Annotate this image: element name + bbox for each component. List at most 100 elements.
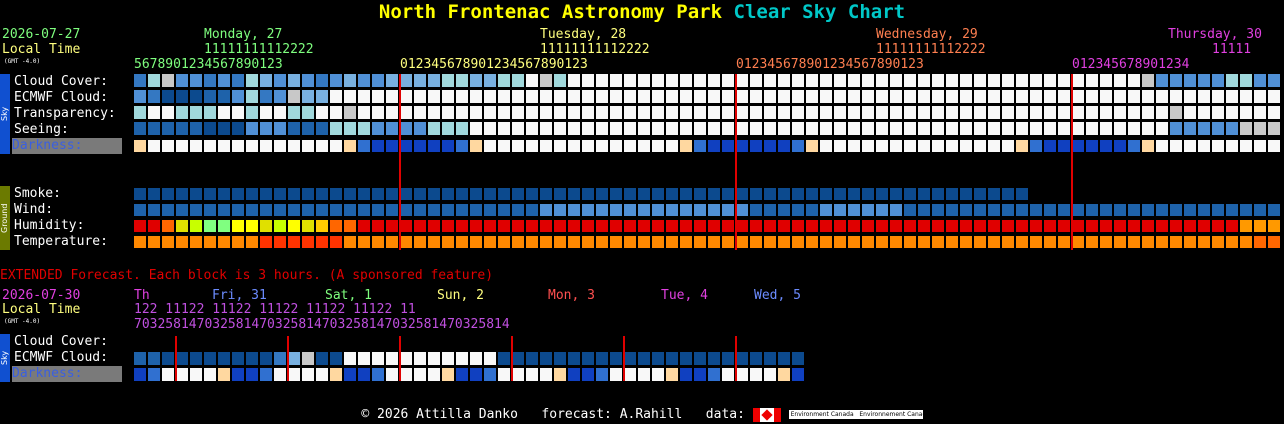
copyright[interactable]: © 2026 Attilla Danko — [361, 407, 518, 422]
temperature-block — [708, 236, 720, 248]
row-label-cloud-cover[interactable]: Cloud Cover: — [14, 74, 108, 90]
seeing-block — [806, 122, 818, 135]
row-label-darkness[interactable]: Darkness: — [12, 138, 122, 154]
ext-row-cloud-cover[interactable]: Cloud Cover: — [14, 334, 108, 350]
darkness-block — [918, 140, 930, 152]
wind-block — [988, 204, 1000, 216]
transparency-block — [148, 106, 160, 119]
humidity-block — [232, 220, 244, 232]
wind-block — [1044, 204, 1056, 216]
wind-block — [218, 204, 230, 216]
ext-row-ecmwf-cloud[interactable]: ECMWF Cloud: — [14, 350, 108, 366]
seeing-block — [946, 122, 958, 135]
wind-block — [1212, 204, 1224, 216]
transparency-block — [932, 106, 944, 119]
smoke-block — [876, 188, 888, 200]
ecmwf-block — [778, 90, 790, 103]
wind-block — [1170, 204, 1182, 216]
row-label-wind[interactable]: Wind: — [14, 202, 53, 218]
wind-block — [498, 204, 510, 216]
darkness-block — [344, 140, 356, 152]
row-label-smoke[interactable]: Smoke: — [14, 186, 61, 202]
cloud-block — [974, 74, 986, 87]
ecmwf-block — [316, 90, 328, 103]
smoke-block — [596, 188, 608, 200]
humidity-block — [890, 220, 902, 232]
ext-ecmwf-block — [344, 352, 356, 365]
temperature-block — [1002, 236, 1014, 248]
temperature-block — [1170, 236, 1182, 248]
chart-name[interactable]: Clear Sky Chart — [734, 1, 906, 23]
humidity-block — [1044, 220, 1056, 232]
seeing-block — [190, 122, 202, 135]
humidity-block — [470, 220, 482, 232]
transparency-block — [778, 106, 790, 119]
smoke-block — [400, 188, 412, 200]
ext-midnight-line — [735, 336, 737, 381]
temperature-block — [218, 236, 230, 248]
row-label-humidity[interactable]: Humidity: — [14, 218, 84, 234]
row-label-seeing[interactable]: Seeing: — [14, 122, 69, 138]
cloud-block — [610, 74, 622, 87]
ecmwf-block — [204, 90, 216, 103]
smoke-block — [344, 188, 356, 200]
ext-ecmwf-block — [498, 352, 510, 365]
canada-flag-icon[interactable] — [752, 407, 781, 422]
wind-block — [148, 204, 160, 216]
darkness-block — [708, 140, 720, 152]
cloud-block — [176, 74, 188, 87]
cloud-block — [638, 74, 650, 87]
transparency-block — [1170, 106, 1182, 119]
seeing-block — [428, 122, 440, 135]
seeing-block — [932, 122, 944, 135]
smoke-block — [176, 188, 188, 200]
wind-block — [1058, 204, 1070, 216]
seeing-block — [316, 122, 328, 135]
day-label-tuesday: Tuesday, 28 — [540, 27, 627, 42]
humidity-block — [512, 220, 524, 232]
row-label-temperature[interactable]: Temperature: — [14, 234, 108, 250]
seeing-block — [666, 122, 678, 135]
temperature-block — [792, 236, 804, 248]
cloud-block — [680, 74, 692, 87]
cloud-block — [694, 74, 706, 87]
environment-canada-logo[interactable]: Environment Canada Environnement Canada — [788, 410, 930, 419]
wind-block — [806, 204, 818, 216]
humidity-block — [302, 220, 314, 232]
smoke-block — [750, 188, 762, 200]
ecmwf-block — [666, 90, 678, 103]
temperature-block — [260, 236, 272, 248]
transparency-block — [610, 106, 622, 119]
wind-block — [1128, 204, 1140, 216]
forecast-credit[interactable]: forecast: A.Rahill — [541, 407, 682, 422]
temperature-block — [274, 236, 286, 248]
ext-darkness-block — [764, 368, 776, 381]
ext-row-darkness[interactable]: Darkness: — [12, 366, 122, 382]
darkness-block — [974, 140, 986, 152]
darkness-block — [358, 140, 370, 152]
transparency-block — [204, 106, 216, 119]
row-label-transparency[interactable]: Transparency: — [14, 106, 116, 122]
humidity-block — [1128, 220, 1140, 232]
transparency-block — [260, 106, 272, 119]
ecmwf-block — [484, 90, 496, 103]
humidity-block — [316, 220, 328, 232]
temperature-block — [470, 236, 482, 248]
darkness-block — [750, 140, 762, 152]
ext-darkness-block — [288, 368, 300, 381]
seeing-block — [526, 122, 538, 135]
seeing-block — [1072, 122, 1084, 135]
hour-tens-wednesday: 11111111112222 — [876, 42, 986, 57]
humidity-block — [414, 220, 426, 232]
seeing-block — [1170, 122, 1182, 135]
humidity-block — [1226, 220, 1238, 232]
row-label-ecmwf-cloud[interactable]: ECMWF Cloud: — [14, 90, 108, 106]
darkness-block — [834, 140, 846, 152]
ext-darkness-block — [344, 368, 356, 381]
wind-block — [666, 204, 678, 216]
transparency-block — [1086, 106, 1098, 119]
transparency-block — [1044, 106, 1056, 119]
temperature-block — [1184, 236, 1196, 248]
wind-block — [750, 204, 762, 216]
seeing-block — [260, 122, 272, 135]
